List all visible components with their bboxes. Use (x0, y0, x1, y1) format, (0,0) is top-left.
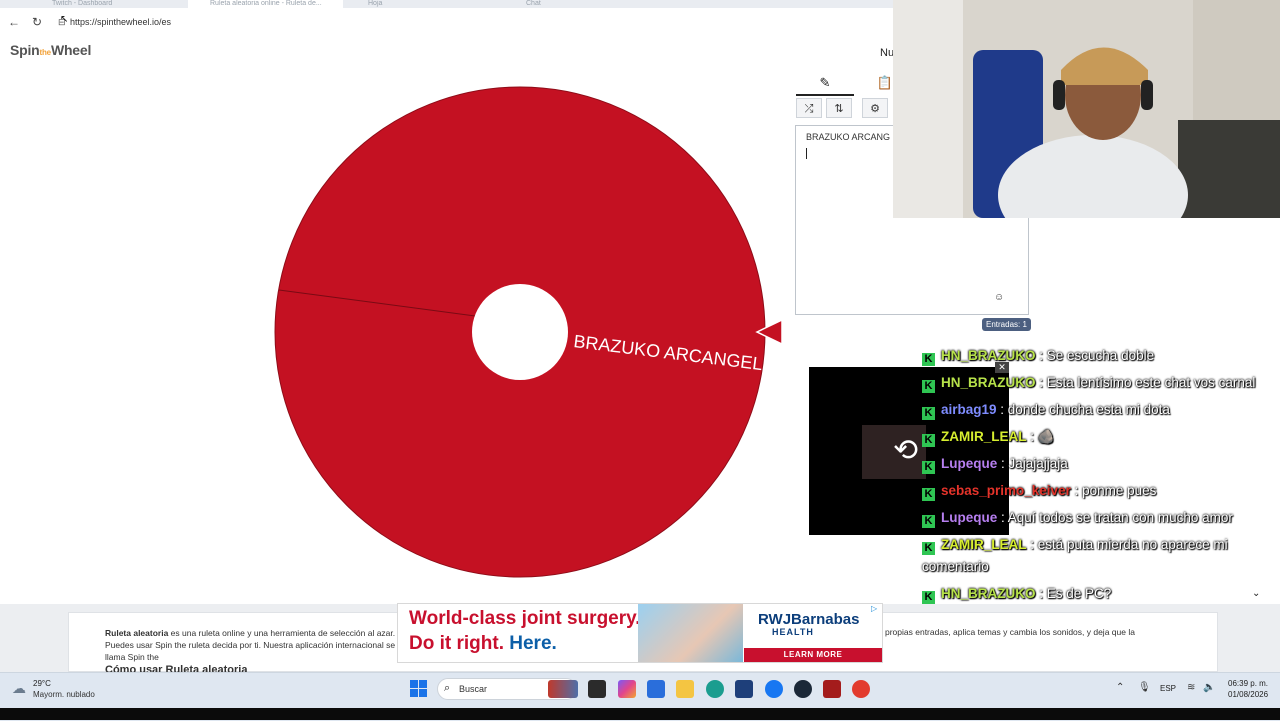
replay-icon[interactable]: ⟲ (893, 434, 918, 468)
file-explorer-icon[interactable] (676, 680, 694, 698)
taskbar-widget-icon[interactable] (548, 680, 578, 698)
shuffle-icon[interactable]: ⤮ (796, 98, 822, 118)
entry-line: BRAZUKO ARCANG (806, 132, 891, 142)
chevron-down-icon[interactable]: ⌄ (1252, 588, 1260, 599)
browser-tab[interactable]: Hoja (346, 0, 501, 8)
chat-message: K Lupeque : Aquí todos se tratan con much… (922, 504, 1280, 531)
tab-label: Twitch - Dashboard (52, 0, 113, 7)
site-logo[interactable]: SpintheWheel (10, 42, 91, 58)
kick-badge-icon: K (922, 380, 935, 393)
chat-message: Ksebas_primo_keiver : ponme pues (922, 477, 1280, 504)
chat-username[interactable]: Lupeque (941, 456, 997, 471)
task-view-icon[interactable] (588, 680, 606, 698)
kick-badge-icon: K (922, 542, 935, 555)
copilot-icon[interactable] (618, 680, 636, 698)
recording-app-icon[interactable] (852, 680, 870, 698)
search-placeholder: Buscar (459, 684, 488, 694)
chat-username[interactable]: HN_BRAZUKO (941, 586, 1036, 601)
pencil-icon[interactable]: ✎ (796, 72, 854, 96)
screen-bottom-border (0, 708, 1280, 720)
chat-message-text: : Se escucha doble (1039, 348, 1155, 363)
text-caret (806, 148, 807, 159)
chat-message: K ZAMIR_LEAL : 🪨 (922, 423, 1280, 450)
gear-icon[interactable]: ⚙ (862, 98, 888, 118)
chat-message-text: : 🪨 (1030, 429, 1055, 444)
microphone-icon[interactable]: 🎙 (1138, 682, 1151, 693)
chat-message: K ZAMIR_LEAL : está puta mierda no aparec… (922, 531, 1280, 580)
clock-time[interactable]: 06:39 p. m. (1228, 679, 1268, 688)
kick-badge-icon: K (922, 488, 935, 501)
chat-message-text: : Aquí todos se tratan con mucho amor (1001, 510, 1233, 525)
chevron-up-icon[interactable]: ⌃ (1116, 682, 1124, 693)
ad-info-icon[interactable]: ▷ (871, 604, 881, 614)
sort-icon[interactable]: ⇅ (826, 98, 852, 118)
chat-message: K Lupeque : Jajajajjaja (922, 450, 1280, 477)
chat-message-text: : donde chucha esta mi dota (1000, 402, 1170, 417)
chat-message: K HN_BRAZUKO : Esta lentísimo este chat v… (922, 369, 1280, 396)
kick-badge-icon: K (922, 591, 935, 604)
browser-tab-active[interactable]: Ruleta aleatoria online - Ruleta de... (188, 0, 343, 8)
entries-count-badge: Entradas: 1 (982, 318, 1031, 331)
learn-more-button[interactable]: LEARN MORE (744, 648, 882, 662)
volume-icon[interactable]: 🔈 (1203, 682, 1215, 693)
chat-message: Kairbag19 : donde chucha esta mi dota (922, 396, 1280, 423)
app-icon[interactable] (823, 680, 841, 698)
chat-message-text: : Esta lentísimo este chat vos carnal (1039, 375, 1256, 390)
store-icon[interactable] (735, 680, 753, 698)
kick-badge-icon: K (922, 461, 935, 474)
mouse-cursor-icon: ↖ (60, 14, 69, 25)
chat-message: K HN_BRAZUKO : Es de PC? (922, 580, 1280, 607)
mail-icon[interactable] (647, 680, 665, 698)
ad-brand-sub: HEALTH (772, 627, 814, 637)
wifi-icon[interactable]: ≋ (1187, 682, 1195, 693)
chat-username[interactable]: airbag19 (941, 402, 997, 417)
ad-brand: RWJBarnabas (758, 611, 860, 628)
address-bar[interactable]: https://spinthewheel.io/es (70, 17, 171, 27)
language-indicator[interactable]: ESP (1160, 684, 1176, 693)
search-icon: ⌕ (444, 682, 451, 694)
webcam-overlay (893, 0, 1280, 218)
article-paragraph: Ruleta aleatoria es una ruleta online y … (105, 628, 396, 662)
chat-username[interactable]: sebas_primo_keiver (941, 483, 1071, 498)
nav-link[interactable]: Nu (880, 47, 894, 59)
chat-username[interactable]: HN_BRAZUKO (941, 348, 1036, 363)
tab-label: Hoja (368, 0, 383, 7)
clock-date[interactable]: 01/08/2026 (1228, 690, 1268, 699)
browser-tab[interactable]: Chat (504, 0, 659, 8)
kick-badge-icon: K (922, 353, 935, 366)
back-arrow-icon[interactable]: ← (6, 14, 22, 30)
kick-badge-icon: K (922, 515, 935, 528)
reload-icon[interactable]: ↻ (29, 14, 45, 30)
chat-username[interactable]: HN_BRAZUKO (941, 375, 1036, 390)
steam-icon[interactable] (794, 680, 812, 698)
chat-message-text: : Jajajajjaja (1001, 456, 1068, 471)
chat-message-text: : ponme pues (1074, 483, 1157, 498)
weather-description[interactable]: Mayorm. nublado (33, 690, 95, 699)
chat-message: K HN_BRAZUKO : Se escucha doble (922, 342, 1280, 369)
wheel-center-hub[interactable] (472, 284, 568, 380)
weather-temperature[interactable]: 29°C (33, 679, 51, 688)
chat-message-text: : Es de PC? (1039, 586, 1112, 601)
chat-username[interactable]: ZAMIR_LEAL (941, 429, 1027, 444)
ad-subheadline: Do it right. Here. (409, 633, 557, 654)
editor-tabs: ✎ 📋 (796, 72, 896, 96)
browser-tab[interactable]: Twitch - Dashboard (30, 0, 185, 8)
edge-browser-icon[interactable] (706, 680, 724, 698)
kick-badge-icon: K (922, 434, 935, 447)
chat-username[interactable]: Lupeque (941, 510, 997, 525)
windows-start-icon[interactable] (410, 680, 427, 697)
cloud-icon[interactable]: ☁ (12, 680, 26, 697)
chat-username[interactable]: ZAMIR_LEAL (941, 537, 1027, 552)
facebook-icon[interactable] (765, 680, 783, 698)
emoji-icon[interactable]: ☺ (994, 292, 1004, 303)
article-paragraph-continued: propias entradas, aplica temas y cambia … (885, 627, 1135, 637)
ad-image (638, 604, 743, 662)
spin-wheel[interactable]: BRAZUKO ARCANGEL (270, 82, 790, 582)
ad-headline: World-class joint surgery. (409, 608, 641, 629)
kick-badge-icon: K (922, 407, 935, 420)
tab-label: Chat (526, 0, 541, 7)
tab-label: Ruleta aleatoria online - Ruleta de... (210, 0, 322, 7)
